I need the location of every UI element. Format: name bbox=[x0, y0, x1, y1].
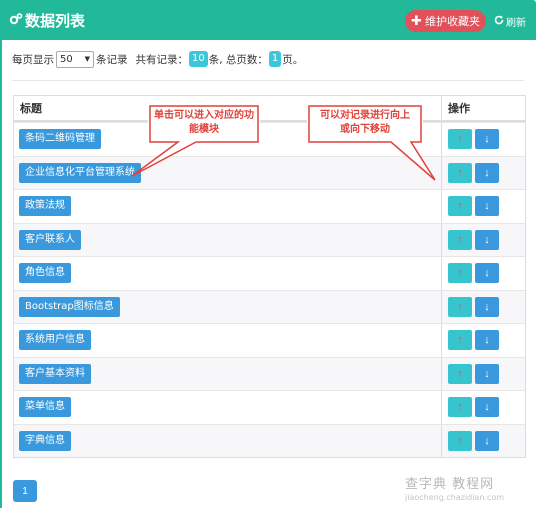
page-size-select[interactable]: 50 ▼ bbox=[56, 50, 94, 68]
arrow-up-icon: ↑ bbox=[457, 434, 463, 447]
page-size-value: 50 bbox=[60, 53, 73, 65]
arrow-down-icon: ↓ bbox=[484, 367, 490, 380]
table-row: 系统用户信息 ↑ ↓ bbox=[14, 323, 525, 357]
move-up-button[interactable]: ↑ bbox=[448, 330, 472, 351]
data-table: 标题 操作 条码二维码管理 ↑ ↓ 企业信息化平台管理系统 ↑ ↓ 政策法规 ↑ ↓ … bbox=[13, 95, 526, 458]
table-row: 菜单信息 ↑ ↓ bbox=[14, 390, 525, 424]
module-button[interactable]: 条码二维码管理 bbox=[19, 129, 101, 150]
arrow-down-icon: ↓ bbox=[484, 200, 490, 213]
module-button[interactable]: Bootstrap图标信息 bbox=[19, 296, 120, 317]
module-button[interactable]: 角色信息 bbox=[19, 263, 71, 284]
table-header: 标题 操作 bbox=[14, 96, 525, 122]
arrow-up-icon: ↑ bbox=[457, 334, 463, 347]
table-row: Bootstrap图标信息 ↑ ↓ bbox=[14, 289, 525, 323]
refresh-label: 刷新 bbox=[506, 18, 526, 29]
maintain-favorites-button[interactable]: ✚ 维护收藏夹 bbox=[405, 10, 486, 32]
arrow-up-icon: ↑ bbox=[457, 133, 463, 146]
table-body: 条码二维码管理 ↑ ↓ 企业信息化平台管理系统 ↑ ↓ 政策法规 ↑ ↓ 客户联系人 … bbox=[14, 122, 525, 457]
total-records-badge: 10 bbox=[189, 51, 208, 67]
plus-icon: ✚ bbox=[411, 13, 422, 29]
arrow-down-icon: ↓ bbox=[484, 434, 490, 447]
callout-left: 单击可以进入对应的功能模块 bbox=[131, 104, 260, 177]
refresh-icon bbox=[494, 15, 504, 28]
pager-info: 每页显示 50 ▼ 条记录 共有记录： 10 条, 总页数： 1 页。 bbox=[12, 50, 303, 68]
module-button[interactable]: 企业信息化平台管理系统 bbox=[19, 162, 141, 183]
move-down-button[interactable]: ↓ bbox=[475, 162, 499, 183]
move-up-button[interactable]: ↑ bbox=[448, 229, 472, 250]
watermark: 查字典 教程网 jiaocheng.chazidian.com bbox=[405, 473, 535, 506]
pages-unit: 页。 bbox=[282, 53, 304, 66]
table-row: 政策法规 ↑ ↓ bbox=[14, 189, 525, 223]
move-up-button[interactable]: ↑ bbox=[448, 162, 472, 183]
move-down-button[interactable]: ↓ bbox=[475, 330, 499, 351]
panel-title: 数据列表 bbox=[25, 12, 86, 30]
watermark-line1: 查字典 教程网 bbox=[405, 477, 495, 492]
arrow-down-icon: ↓ bbox=[484, 267, 490, 280]
move-down-button[interactable]: ↓ bbox=[475, 129, 499, 150]
arrow-down-icon: ↓ bbox=[484, 133, 490, 146]
table-row: 客户联系人 ↑ ↓ bbox=[14, 222, 525, 256]
module-button[interactable]: 客户联系人 bbox=[19, 229, 81, 250]
move-up-button[interactable]: ↑ bbox=[448, 196, 472, 217]
arrow-up-icon: ↑ bbox=[457, 367, 463, 380]
panel-header: 数据列表 ✚ 维护收藏夹 刷新 bbox=[0, 0, 536, 40]
cogs-icon bbox=[9, 12, 23, 26]
module-button[interactable]: 字典信息 bbox=[19, 430, 71, 451]
arrow-up-icon: ↑ bbox=[457, 166, 463, 179]
column-header-action: 操作 bbox=[448, 102, 470, 115]
arrow-up-icon: ↑ bbox=[457, 233, 463, 246]
total-pages-badge: 1 bbox=[268, 51, 282, 67]
move-down-button[interactable]: ↓ bbox=[475, 263, 499, 284]
move-up-button[interactable]: ↑ bbox=[448, 263, 472, 284]
chevron-down-icon: ▼ bbox=[84, 55, 90, 63]
module-button[interactable]: 系统用户信息 bbox=[19, 330, 91, 351]
arrow-down-icon: ↓ bbox=[484, 334, 490, 347]
arrow-up-icon: ↑ bbox=[457, 267, 463, 280]
module-button[interactable]: 客户基本资料 bbox=[19, 363, 91, 384]
callout-left-text: 单击可以进入对应的功能模块 bbox=[154, 110, 254, 135]
table-row: 角色信息 ↑ ↓ bbox=[14, 256, 525, 290]
divider bbox=[12, 80, 524, 81]
arrow-up-icon: ↑ bbox=[457, 200, 463, 213]
move-up-button[interactable]: ↑ bbox=[448, 430, 472, 451]
total-prefix: 共有记录： bbox=[135, 53, 189, 66]
move-up-button[interactable]: ↑ bbox=[448, 397, 472, 418]
arrow-down-icon: ↓ bbox=[484, 401, 490, 414]
module-button[interactable]: 菜单信息 bbox=[19, 397, 71, 418]
watermark-line2: jiaocheng.chazidian.com bbox=[405, 493, 505, 502]
move-down-button[interactable]: ↓ bbox=[475, 430, 499, 451]
arrow-up-icon: ↑ bbox=[457, 300, 463, 313]
page-size-prefix: 每页显示 bbox=[12, 53, 54, 66]
move-up-button[interactable]: ↑ bbox=[448, 129, 472, 150]
arrow-down-icon: ↓ bbox=[484, 166, 490, 179]
move-down-button[interactable]: ↓ bbox=[475, 229, 499, 250]
total-unit: 条, 总页数： bbox=[208, 53, 268, 66]
move-up-button[interactable]: ↑ bbox=[448, 296, 472, 317]
refresh-button[interactable]: 刷新 bbox=[494, 14, 526, 29]
module-button[interactable]: 政策法规 bbox=[19, 196, 71, 217]
move-down-button[interactable]: ↓ bbox=[475, 363, 499, 384]
table-row: 字典信息 ↑ ↓ bbox=[14, 423, 525, 457]
move-down-button[interactable]: ↓ bbox=[475, 296, 499, 317]
arrow-up-icon: ↑ bbox=[457, 401, 463, 414]
arrow-down-icon: ↓ bbox=[484, 300, 490, 313]
move-up-button[interactable]: ↑ bbox=[448, 363, 472, 384]
arrow-down-icon: ↓ bbox=[484, 233, 490, 246]
maintain-favorites-label: 维护收藏夹 bbox=[424, 15, 480, 28]
table-row: 客户基本资料 ↑ ↓ bbox=[14, 356, 525, 390]
callout-right: 可以对记录进行向上或向下移动 bbox=[307, 104, 436, 181]
table-row: 企业信息化平台管理系统 ↑ ↓ bbox=[14, 155, 525, 189]
page-size-suffix: 条记录 bbox=[96, 53, 128, 66]
move-down-button[interactable]: ↓ bbox=[475, 196, 499, 217]
callout-right-text: 可以对记录进行向上或向下移动 bbox=[320, 110, 410, 135]
page-1-button[interactable]: 1 bbox=[13, 480, 37, 502]
table-row: 条码二维码管理 ↑ ↓ bbox=[14, 122, 525, 156]
move-down-button[interactable]: ↓ bbox=[475, 397, 499, 418]
